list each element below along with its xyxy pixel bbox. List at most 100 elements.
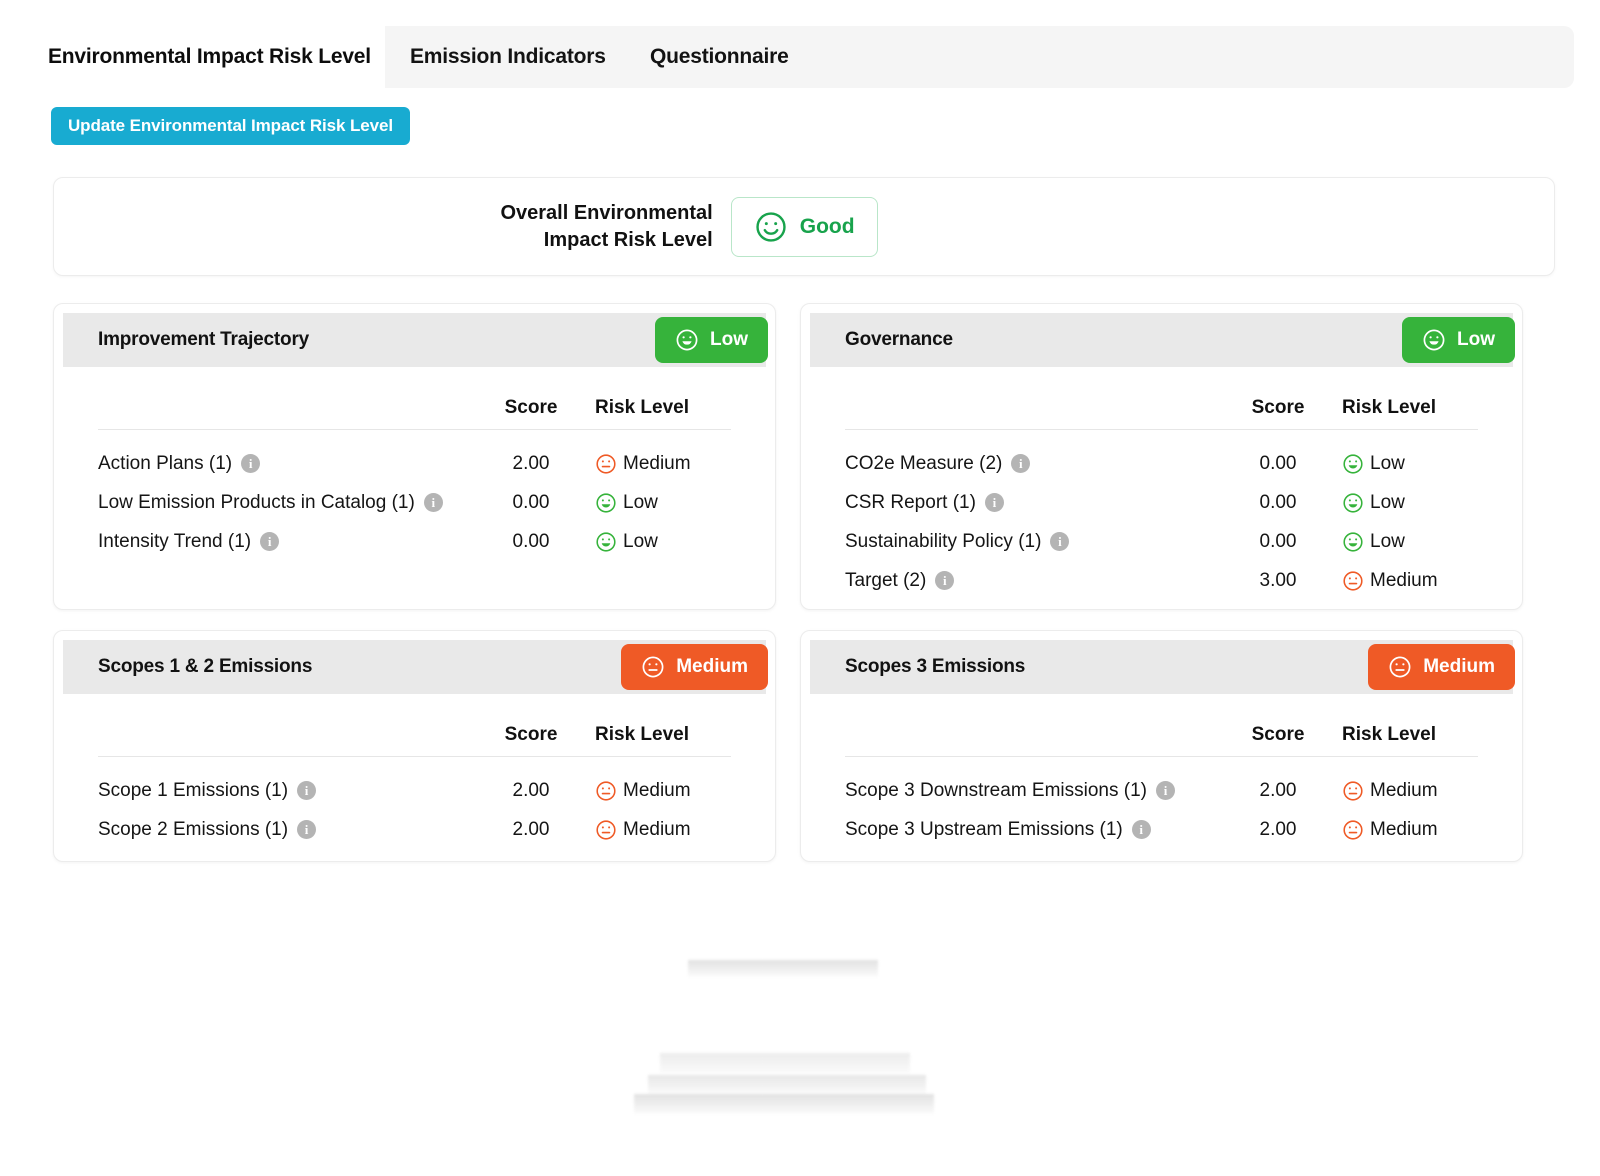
- table-row: Low Emission Products in Catalog (1) i 0.0…: [98, 483, 765, 522]
- smiley-happy-icon: [595, 492, 617, 514]
- row-risk-level: Low: [1342, 453, 1512, 475]
- info-icon[interactable]: i: [1011, 454, 1031, 473]
- row-indicator-name: Action Plans (1) i: [98, 453, 467, 475]
- row-score-value: 2.00: [1259, 779, 1297, 801]
- skeleton-placeholder-bar: [660, 1053, 910, 1075]
- card-governance: Governance Low Score Risk Level CO2e Measure…: [800, 303, 1523, 610]
- tab-emission-indicators[interactable]: Emission Indicators: [410, 26, 606, 88]
- row-indicator-name: Sustainability Policy (1) i: [845, 531, 1214, 553]
- table-row: Sustainability Policy (1) i 0.00 Low: [845, 522, 1512, 561]
- tab-label: Emission Indicators: [410, 45, 606, 68]
- column-header-risk-level: Risk Level: [595, 397, 689, 418]
- row-risk-level-label: Medium: [1370, 779, 1438, 801]
- row-risk-level: Medium: [1342, 570, 1512, 592]
- tab-label: Questionnaire: [650, 45, 789, 68]
- info-icon[interactable]: i: [260, 532, 280, 551]
- table-row: Intensity Trend (1) i 0.00 Low: [98, 522, 765, 561]
- column-header-risk-level: Risk Level: [595, 724, 689, 745]
- tab-label: Environmental Impact Risk Level: [48, 45, 371, 68]
- row-score-value: 0.00: [512, 530, 550, 552]
- overall-risk-level-card: Overall Environmental Impact Risk Level …: [53, 177, 1555, 276]
- table-body: Scope 3 Downstream Emissions (1) i 2.00 Med…: [801, 757, 1522, 849]
- smiley-happy-icon: [754, 210, 788, 244]
- card-risk-pill-label: Medium: [676, 656, 748, 677]
- table-row: Scope 3 Upstream Emissions (1) i 2.00 Mediu…: [845, 810, 1512, 849]
- card-header: Improvement Trajectory Low: [63, 313, 768, 367]
- row-indicator-name: CO2e Measure (2) i: [845, 453, 1214, 475]
- row-risk-level: Medium: [1342, 819, 1512, 841]
- row-indicator-name: Scope 3 Upstream Emissions (1) i: [845, 819, 1214, 841]
- smiley-happy-icon: [1422, 328, 1446, 352]
- info-icon[interactable]: i: [1156, 781, 1175, 800]
- info-icon[interactable]: i: [935, 571, 955, 590]
- info-icon[interactable]: i: [1050, 532, 1070, 551]
- row-score-value: 2.00: [512, 452, 550, 474]
- row-score-value: 0.00: [1259, 491, 1297, 513]
- overall-risk-level-content: Overall Environmental Impact Risk Level …: [500, 196, 878, 257]
- table-row: CO2e Measure (2) i 0.00 Low: [845, 444, 1512, 483]
- row-risk-level: Medium: [1342, 780, 1512, 802]
- row-score-value: 0.00: [1259, 452, 1297, 474]
- table-row: Scope 2 Emissions (1) i 2.00 Medium: [98, 810, 765, 849]
- smiley-happy-icon: [1342, 453, 1364, 475]
- tab-environmental-impact-risk-level[interactable]: Environmental Impact Risk Level: [48, 26, 371, 88]
- smiley-neutral-icon: [595, 453, 617, 475]
- info-icon[interactable]: i: [297, 781, 317, 800]
- smiley-neutral-icon: [641, 655, 665, 679]
- info-icon[interactable]: i: [984, 493, 1004, 512]
- row-risk-level: Medium: [595, 819, 765, 841]
- card-risk-pill-label: Medium: [1423, 656, 1495, 677]
- card-title: Improvement Trajectory: [98, 329, 310, 350]
- tab-bar: Environmental Impact Risk Level Emission…: [0, 26, 1574, 88]
- row-indicator-name: CSR Report (1) i: [845, 492, 1214, 514]
- update-environmental-impact-risk-level-button[interactable]: Update Environmental Impact Risk Level: [51, 107, 410, 145]
- card-title: Scopes 3 Emissions: [845, 656, 1026, 677]
- card-risk-pill-label: Low: [1457, 329, 1495, 350]
- row-risk-level-label: Low: [623, 491, 658, 513]
- row-indicator-name: Scope 3 Downstream Emissions (1) i: [845, 780, 1214, 802]
- row-risk-level-label: Low: [1370, 452, 1405, 474]
- row-indicator-name: Low Emission Products in Catalog (1) i: [98, 492, 467, 514]
- column-header-score: Score: [1251, 724, 1305, 745]
- row-indicator-name: Scope 2 Emissions (1) i: [98, 819, 467, 841]
- table-row: Scope 3 Downstream Emissions (1) i 2.00 Med…: [845, 771, 1512, 810]
- table-column-headers: Score Risk Level: [801, 367, 1522, 419]
- table-row: CSR Report (1) i 0.00 Low: [845, 483, 1512, 522]
- table-column-headers: Score Risk Level: [801, 694, 1522, 746]
- info-icon[interactable]: i: [241, 454, 261, 473]
- update-button-label: Update Environmental Impact Risk Level: [68, 116, 393, 135]
- smiley-neutral-icon: [1342, 780, 1364, 802]
- row-risk-level-label: Medium: [623, 779, 691, 801]
- smiley-neutral-icon: [1342, 570, 1364, 592]
- skeleton-placeholder-bar: [648, 1075, 926, 1095]
- table-body: Action Plans (1) i 2.00 Medium Low Emission …: [54, 430, 775, 561]
- row-risk-level-label: Medium: [1370, 569, 1438, 591]
- table-row: Target (2) i 3.00 Medium: [845, 561, 1512, 600]
- row-score-value: 2.00: [1259, 818, 1297, 840]
- card-scopes-3-emissions: Scopes 3 Emissions Medium Score Risk Level S…: [800, 630, 1523, 862]
- row-risk-level: Low: [1342, 531, 1512, 553]
- tab-questionnaire[interactable]: Questionnaire: [650, 26, 789, 88]
- column-header-risk-level: Risk Level: [1342, 397, 1436, 418]
- info-icon[interactable]: i: [423, 493, 443, 512]
- smiley-happy-icon: [595, 531, 617, 553]
- card-risk-pill[interactable]: Low: [1402, 317, 1515, 363]
- table-body: CO2e Measure (2) i 0.00 Low CSR Report (1) i 0…: [801, 430, 1522, 600]
- info-icon[interactable]: i: [1131, 820, 1151, 839]
- overall-status-label: Good: [799, 214, 855, 238]
- card-header: Scopes 3 Emissions Medium: [810, 640, 1515, 694]
- card-risk-pill-label: Low: [710, 329, 748, 350]
- card-risk-pill[interactable]: Medium: [621, 644, 768, 690]
- row-score-value: 2.00: [512, 818, 550, 840]
- table-column-headers: Score Risk Level: [54, 694, 775, 746]
- table-row: Action Plans (1) i 2.00 Medium: [98, 444, 765, 483]
- skeleton-placeholder-bar: [634, 1094, 934, 1114]
- card-header: Scopes 1 & 2 Emissions Medium: [63, 640, 768, 694]
- table-row: Scope 1 Emissions (1) i 2.00 Medium: [98, 771, 765, 810]
- card-risk-pill[interactable]: Low: [655, 317, 768, 363]
- info-icon[interactable]: i: [297, 820, 317, 839]
- card-risk-pill[interactable]: Medium: [1368, 644, 1515, 690]
- row-indicator-name: Scope 1 Emissions (1) i: [98, 780, 467, 802]
- row-risk-level-label: Medium: [623, 818, 691, 840]
- smiley-happy-icon: [675, 328, 699, 352]
